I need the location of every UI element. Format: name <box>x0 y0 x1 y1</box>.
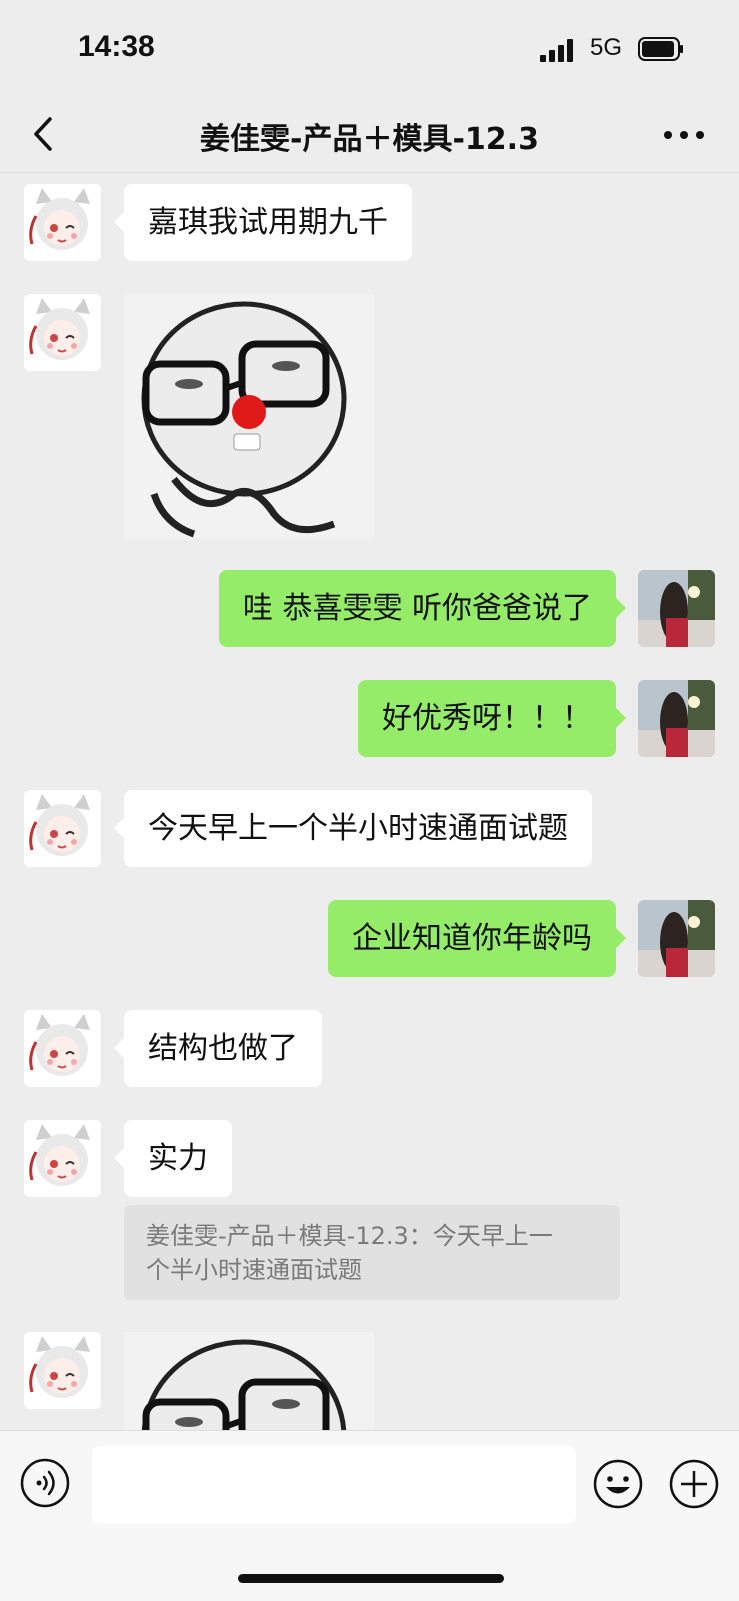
message-bubble[interactable]: 今天早上一个半小时速通面试题 <box>114 790 592 867</box>
chat-title: 姜佳雯-产品＋模具-12.3 <box>200 122 539 157</box>
contact-avatar[interactable] <box>24 1332 101 1409</box>
plus-icon[interactable] <box>668 1458 720 1510</box>
sticker-image[interactable] <box>124 1332 374 1430</box>
message-input[interactable] <box>92 1446 576 1523</box>
battery-icon <box>638 37 683 61</box>
contact-avatar[interactable] <box>24 1010 101 1087</box>
chevron-left-icon[interactable] <box>26 114 62 154</box>
contact-avatar[interactable] <box>24 294 101 371</box>
message-bubble[interactable]: 实力 <box>114 1120 232 1197</box>
signal-icon <box>540 38 578 62</box>
chat-header: 姜佳雯-产品＋模具-12.3 <box>0 96 739 173</box>
more-horizontal-icon[interactable] <box>660 120 708 150</box>
message-bubble[interactable]: 企业知道你年龄吗 <box>328 900 626 977</box>
message-bubble[interactable]: 哇 恭喜雯雯 听你爸爸说了 <box>218 570 627 647</box>
contact-avatar[interactable] <box>24 790 101 867</box>
contact-avatar[interactable] <box>24 1120 101 1197</box>
sticker-image[interactable] <box>124 294 374 539</box>
quoted-message[interactable]: 姜佳雯-产品＋模具-12.3：今天早上一 个半小时速通面试题 <box>124 1205 620 1300</box>
chat-message-list[interactable]: 嘉琪我试用期九千 哇 恭喜雯雯 听你爸爸说了 好优秀呀！！！ 今天早上一个半小时… <box>0 173 739 1430</box>
contact-avatar[interactable] <box>24 184 101 261</box>
self-avatar[interactable] <box>638 680 715 757</box>
network-type: 5G <box>590 34 623 61</box>
quote-line: 姜佳雯-产品＋模具-12.3：今天早上一 <box>146 1222 553 1250</box>
message-bubble[interactable]: 嘉琪我试用期九千 <box>114 184 412 261</box>
self-avatar[interactable] <box>638 900 715 977</box>
status-time: 14:38 <box>78 30 155 63</box>
voice-icon[interactable] <box>20 1458 70 1508</box>
emoji-icon[interactable] <box>592 1458 644 1510</box>
quote-line: 个半小时速通面试题 <box>146 1256 362 1284</box>
status-bar: 14:38 5G <box>0 0 739 96</box>
home-indicator[interactable] <box>238 1574 504 1583</box>
message-bubble[interactable]: 好优秀呀！！！ <box>358 680 626 757</box>
message-bubble[interactable]: 结构也做了 <box>114 1010 322 1087</box>
self-avatar[interactable] <box>638 570 715 647</box>
